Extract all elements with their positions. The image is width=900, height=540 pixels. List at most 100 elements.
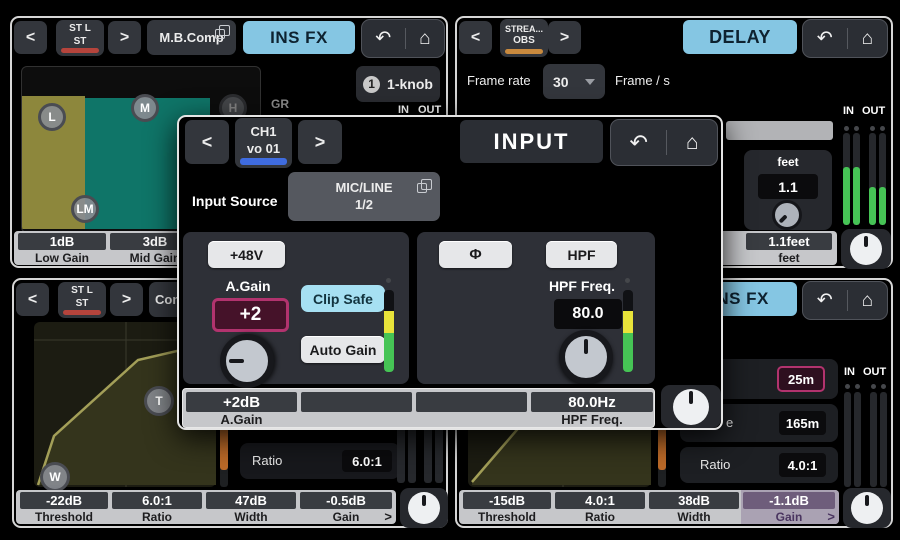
undo-icon[interactable]: ↶ bbox=[629, 132, 647, 154]
footer-col-ratio[interactable]: 6.0:1 Ratio bbox=[112, 492, 202, 522]
meter-header: IN OUT bbox=[843, 105, 885, 117]
footer-value: -1.1dB bbox=[743, 492, 835, 509]
threshold-node[interactable]: T bbox=[144, 386, 174, 416]
footer-label: Ratio bbox=[112, 509, 202, 524]
chevron-left-icon: < bbox=[471, 29, 480, 47]
band-node-l[interactable]: L bbox=[38, 103, 66, 131]
hpf-freq-knob[interactable] bbox=[559, 330, 613, 384]
chevron-right-icon: > bbox=[122, 291, 131, 309]
hpf-button[interactable]: HPF bbox=[546, 241, 617, 268]
channel-name-line1: ST L bbox=[71, 285, 93, 298]
again-value[interactable]: +2 bbox=[212, 298, 289, 332]
next-channel-button[interactable]: > bbox=[298, 120, 342, 164]
prev-channel-button[interactable]: < bbox=[185, 120, 229, 164]
footer-col-threshold[interactable]: -22dB Threshold bbox=[20, 492, 108, 522]
channel-color-bar bbox=[63, 310, 101, 315]
footer-knob-button[interactable] bbox=[843, 488, 891, 528]
meter-in-r bbox=[853, 133, 860, 225]
footer-col-hpf[interactable]: 80.0Hz HPF Freq. bbox=[531, 392, 653, 425]
undo-icon[interactable]: ↶ bbox=[817, 291, 833, 310]
footer-col-empty2[interactable] bbox=[416, 392, 527, 425]
prev-channel-button[interactable]: < bbox=[459, 21, 492, 54]
auto-gain-button[interactable]: Auto Gain bbox=[301, 336, 385, 363]
ratio-value: 6.0:1 bbox=[342, 450, 392, 472]
divider bbox=[847, 28, 848, 48]
chevron-right-icon: > bbox=[560, 29, 569, 47]
frame-rate-dropdown[interactable]: 30 bbox=[543, 64, 605, 99]
channel-select-button[interactable]: STREA... OBS bbox=[500, 19, 548, 57]
ratio-row[interactable]: Ratio 6.0:1 bbox=[240, 443, 400, 479]
footer-col-feet[interactable]: 1.1feet feet bbox=[746, 233, 832, 263]
channel-color-bar bbox=[61, 48, 99, 53]
channel-select-button[interactable]: ST L ST bbox=[58, 282, 106, 318]
hpf-freq-value[interactable]: 80.0 bbox=[554, 299, 622, 329]
input-source-label: Input Source bbox=[192, 193, 278, 209]
channel-select-button[interactable]: CH1 vo 01 bbox=[235, 118, 292, 168]
footer-value: -0.5dB bbox=[300, 492, 392, 509]
caret-down-icon bbox=[585, 79, 595, 85]
nav-group: ↶ ⌂ bbox=[802, 281, 888, 320]
release-label: e bbox=[726, 415, 733, 430]
meter-peak-dot bbox=[855, 384, 860, 389]
footer-knob-button[interactable] bbox=[400, 488, 448, 528]
frame-unit-label: Frame / s bbox=[615, 73, 670, 88]
home-icon[interactable]: ⌂ bbox=[862, 29, 873, 48]
delay-slider-track[interactable] bbox=[726, 121, 833, 140]
preset-button[interactable]: M.B.Comp bbox=[147, 20, 236, 55]
footer-knob-button[interactable] bbox=[841, 229, 891, 269]
meter-out-l bbox=[869, 133, 876, 225]
footer-value bbox=[416, 392, 527, 412]
footer-col-width[interactable]: 38dB Width bbox=[649, 492, 739, 522]
channel-name-line1: ST L bbox=[69, 23, 91, 36]
phantom-48v-button[interactable]: +48V bbox=[208, 241, 285, 268]
channel-name-line2: vo 01 bbox=[247, 141, 280, 157]
ratio-row[interactable]: Ratio 4.0:1 bbox=[680, 447, 838, 483]
footer-col-gain[interactable]: -1.1dB Gain> bbox=[743, 492, 835, 522]
band-node-lm[interactable]: LM bbox=[71, 195, 99, 223]
footer-col-width[interactable]: 47dB Width bbox=[206, 492, 296, 522]
again-knob[interactable] bbox=[220, 334, 274, 388]
home-icon[interactable]: ⌂ bbox=[686, 132, 699, 153]
footer-col-again[interactable]: +2dB A.Gain bbox=[186, 392, 297, 425]
in-label: IN bbox=[844, 366, 855, 378]
ratio-label: Ratio bbox=[252, 453, 282, 468]
footer-col-threshold[interactable]: -15dB Threshold bbox=[463, 492, 551, 522]
in-label: IN bbox=[843, 105, 854, 117]
gr-label: GR bbox=[271, 97, 289, 111]
channel-name-line2: ST bbox=[74, 36, 87, 49]
meter-peak-dot bbox=[854, 126, 859, 131]
feet-value[interactable]: 1.1 bbox=[758, 174, 818, 199]
one-knob-button[interactable]: 1 1-knob bbox=[356, 66, 440, 102]
band-node-m[interactable]: M bbox=[131, 94, 159, 122]
footer-value: 47dB bbox=[206, 492, 296, 509]
channel-color-bar bbox=[240, 158, 287, 165]
knob-icon bbox=[408, 492, 440, 524]
meter-in-l bbox=[844, 392, 851, 487]
footer-col-ratio[interactable]: 4.0:1 Ratio bbox=[555, 492, 645, 522]
footer-value: 1dB bbox=[18, 233, 106, 250]
channel-select-button[interactable]: ST L ST bbox=[56, 20, 104, 56]
feet-knob[interactable] bbox=[766, 194, 808, 236]
phase-button[interactable]: Φ bbox=[439, 241, 512, 268]
footer-value: -15dB bbox=[463, 492, 551, 509]
footer-col-empty1[interactable] bbox=[301, 392, 412, 425]
width-node[interactable]: W bbox=[40, 462, 70, 492]
clip-safe-button[interactable]: Clip Safe bbox=[301, 285, 385, 312]
input-dialog: < CH1 vo 01 > INPUT ↶ ⌂ Input Source MIC… bbox=[177, 115, 723, 430]
footer-knob-button[interactable] bbox=[661, 385, 721, 428]
undo-icon[interactable]: ↶ bbox=[817, 29, 833, 48]
footer-label: A.Gain bbox=[186, 412, 297, 427]
dialog-title: INPUT bbox=[460, 120, 603, 163]
footer-col-gain[interactable]: -0.5dB Gain> bbox=[300, 492, 392, 522]
next-channel-button[interactable]: > bbox=[108, 21, 141, 54]
input-source-button[interactable]: MIC/LINE 1/2 bbox=[288, 172, 440, 221]
home-icon[interactable]: ⌂ bbox=[862, 291, 873, 310]
undo-icon[interactable]: ↶ bbox=[375, 29, 391, 48]
next-channel-button[interactable]: > bbox=[110, 283, 143, 316]
again-label: A.Gain bbox=[193, 278, 303, 294]
footer-col-lowgain[interactable]: 1dB Low Gain bbox=[18, 233, 106, 263]
next-channel-button[interactable]: > bbox=[548, 21, 581, 54]
prev-channel-button[interactable]: < bbox=[14, 21, 47, 54]
home-icon[interactable]: ⌂ bbox=[419, 29, 430, 48]
prev-channel-button[interactable]: < bbox=[16, 283, 49, 316]
